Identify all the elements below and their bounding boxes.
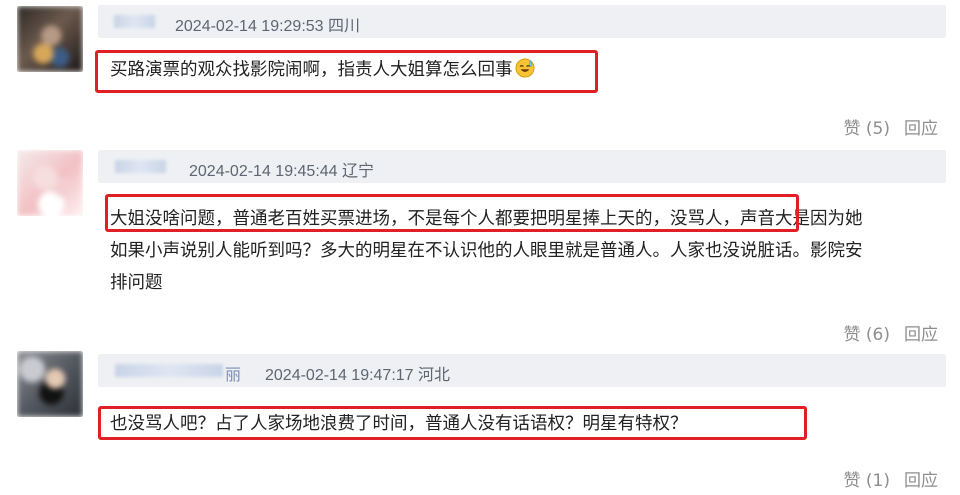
like-button[interactable]: 赞 (5) [844, 119, 890, 139]
comment-actions: 赞 (5) 回应 [844, 114, 938, 139]
comment-text-line: 大姐没啥问题，普通老百姓买票进场，不是每个人都要把明星捧上天的，没骂人，声音大是… [110, 209, 863, 229]
avatar[interactable] [17, 6, 83, 72]
avatar[interactable] [17, 150, 83, 216]
like-button[interactable]: 赞 (6) [844, 325, 890, 345]
comment-text-content: 也没骂人吧？占了人家场地浪费了时间，普通人没有话语权？明星有特权？ [110, 414, 688, 434]
comment-item: 2024-02-14 19:29:53 四川 买路演票的观众找影院闹啊，指责人大… [0, 0, 960, 150]
comment-meta: 2024-02-14 19:47:17 河北 [265, 367, 451, 384]
comment-item: 丽 2024-02-14 19:47:17 河北 也没骂人吧？占了人家场地浪费了… [0, 349, 960, 495]
comment-text: 也没骂人吧？占了人家场地浪费了时间，普通人没有话语权？明星有特权？ [110, 408, 688, 440]
username-blurred[interactable] [115, 364, 223, 377]
comment-meta-bar: 丽 2024-02-14 19:47:17 河北 [98, 354, 946, 387]
comment-actions: 赞 (1) 回应 [844, 466, 938, 491]
comment-text: 大姐没啥问题，普通老百姓买票进场，不是每个人都要把明星捧上天的，没骂人，声音大是… [110, 203, 863, 299]
username-tail[interactable]: 丽 [225, 361, 241, 385]
like-button[interactable]: 赞 (1) [844, 471, 890, 491]
comment-actions: 赞 (6) 回应 [844, 320, 938, 345]
comment-meta-bar: 2024-02-14 19:45:44 辽宁 [98, 150, 946, 183]
comment-meta-bar: 2024-02-14 19:29:53 四川 [98, 5, 946, 38]
username-blurred[interactable] [114, 15, 155, 28]
comment-text-line: 排问题 [110, 273, 163, 293]
sweat-smile-emoji [515, 58, 534, 78]
comment-meta: 2024-02-14 19:29:53 四川 [175, 18, 361, 35]
avatar[interactable] [17, 351, 83, 417]
comment-text-content: 买路演票的观众找影院闹啊，指责人大姐算怎么回事 [110, 60, 513, 80]
reply-button[interactable]: 回应 [904, 119, 938, 139]
comment-item: 2024-02-14 19:45:44 辽宁 大姐没啥问题，普通老百姓买票进场，… [0, 150, 960, 348]
reply-button[interactable]: 回应 [904, 471, 938, 491]
comment-text: 买路演票的观众找影院闹啊，指责人大姐算怎么回事 [110, 54, 535, 86]
comment-text-line: 如果小声说别人能听到吗？多大的明星在不认识他的人眼里就是普通人。人家也没说脏话。… [110, 241, 863, 261]
username-blurred[interactable] [115, 160, 166, 173]
comment-meta: 2024-02-14 19:45:44 辽宁 [189, 163, 375, 180]
reply-button[interactable]: 回应 [904, 325, 938, 345]
